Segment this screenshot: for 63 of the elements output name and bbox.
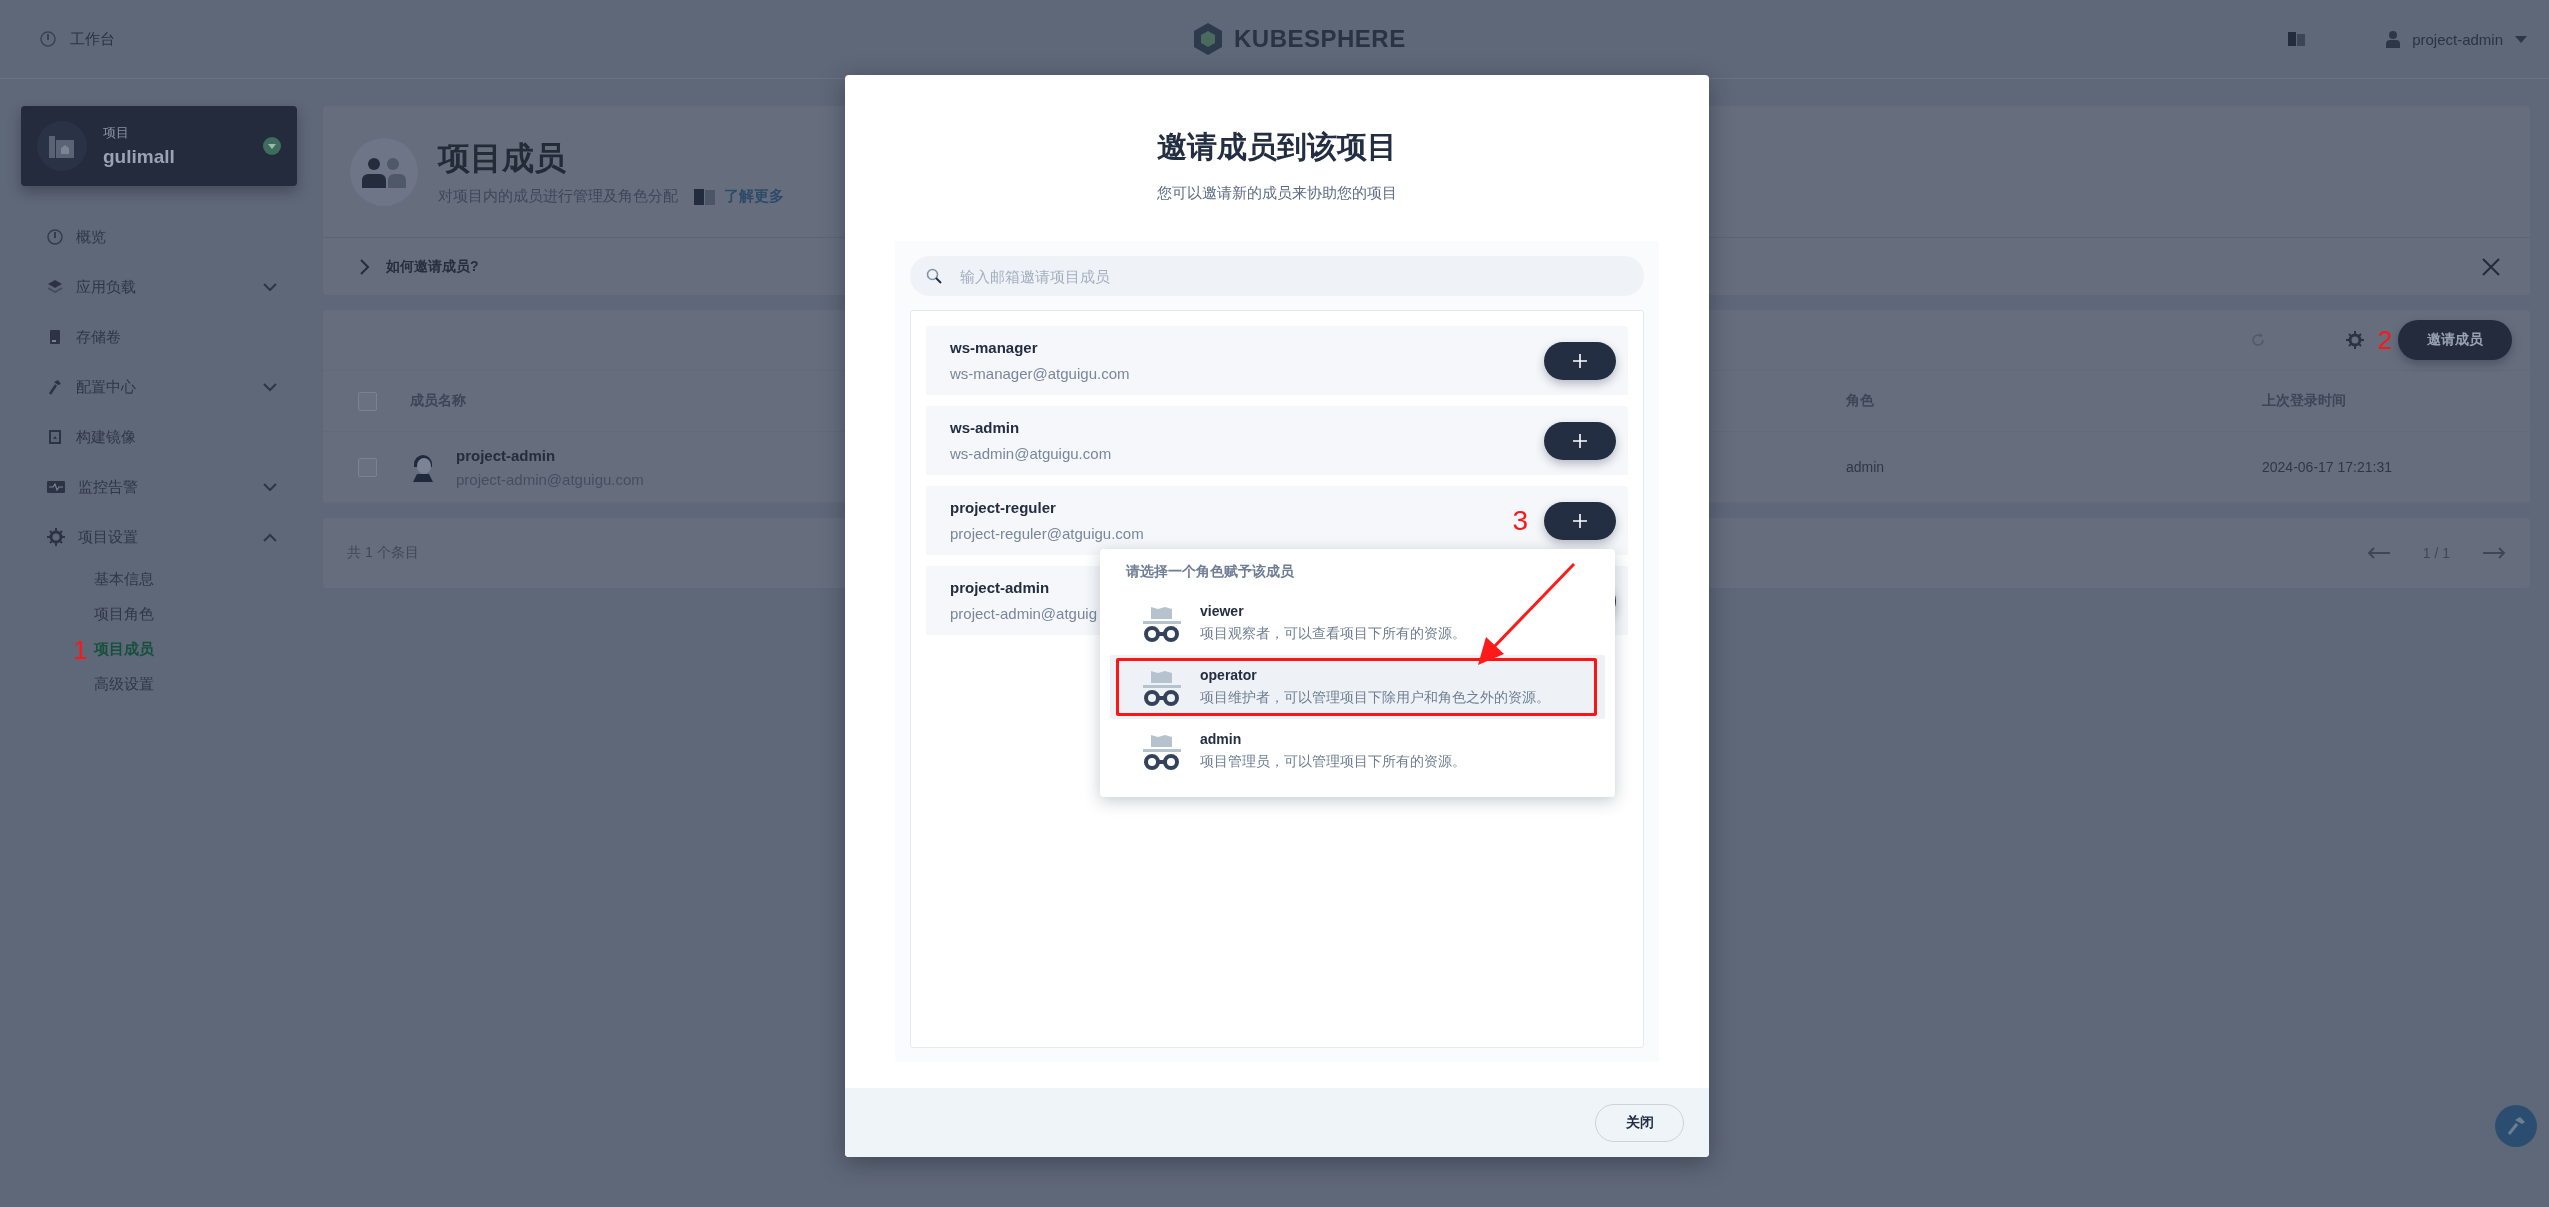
previous-page-icon[interactable] [2366,547,2391,559]
add-button[interactable] [1544,421,1616,460]
role-description: 项目维护者，可以管理项目下除用户和角色之外的资源。 [1200,689,1550,707]
logo-icon [1192,22,1224,56]
plus-icon [1573,353,1587,368]
hammer-icon [47,379,63,395]
book-icon[interactable] [2288,32,2307,46]
annotation-number: 3 [1512,504,1528,537]
annotation-number: 2 [2377,324,2392,356]
close-button[interactable]: 关闭 [1595,1103,1684,1142]
role-option[interactable]: operator 项目维护者，可以管理项目下除用户和角色之外的资源。 [1110,655,1605,719]
search-icon [926,268,942,284]
user-icon [2386,30,2401,48]
expand-icon[interactable] [360,258,370,275]
learn-more-link[interactable]: 了解更多 [694,187,784,206]
help-banner-title[interactable]: 如何邀请成员? [386,257,479,276]
role-name: viewer [1200,603,1245,619]
layers-icon [47,279,63,295]
role-description: 项目观察者，可以查看项目下所有的资源。 [1200,625,1466,643]
project-icon [37,121,87,171]
search-field[interactable]: 输入邮箱邀请项目成员 [910,256,1644,296]
project-name: gulimall [103,146,176,168]
plus-icon [1573,513,1587,528]
role-name: admin [1200,731,1243,747]
role-name: operator [1200,667,1258,683]
close-icon[interactable] [2482,257,2500,276]
project-label: 项目 [103,124,130,142]
book-icon [694,188,716,205]
add-button[interactable] [1544,501,1616,540]
user-name: project-admin [950,579,1050,596]
page-title: 项目成员 [438,139,567,178]
user-name: project-reguler [950,499,1056,516]
role-menu-title: 请选择一个角色赋予该成员 [1125,563,1295,581]
modal-title: 邀请成员到该项目 [1156,129,1398,165]
user-email: ws-admin@atguigu.com [950,445,1112,462]
nav-subitem[interactable]: 项目成员 [94,640,154,659]
modal-subtitle: 您可以邀请新的成员来协助您的项目 [1156,184,1398,203]
user-email: project-admin@atguig [950,605,1097,622]
member-name: project-admin [456,446,557,464]
caret-icon [2515,35,2527,43]
user-name: ws-manager [950,339,1038,356]
role-option[interactable]: viewer 项目观察者，可以查看项目下所有的资源。 [1110,591,1605,655]
invite-member-button[interactable]: 邀请成员 [2398,320,2512,360]
monitor-icon [47,480,65,494]
image-icon [47,429,63,445]
settings-icon[interactable] [2345,331,2364,349]
project-selector[interactable]: 项目 gulimall [21,106,297,186]
role-option[interactable]: admin 项目管理员，可以管理项目下所有的资源。 [1110,719,1605,783]
plus-icon [1573,433,1587,448]
dashboard-icon [47,229,63,245]
dropdown-icon [263,137,281,155]
next-page-icon[interactable] [2482,547,2506,559]
user-email: ws-manager@atguigu.com [950,365,1130,382]
dashboard-icon [40,31,56,47]
annotation-number: 1 [73,639,89,660]
avatar-icon [410,452,436,482]
user-name: ws-admin [950,419,1020,436]
gear-icon [47,528,65,546]
add-button[interactable] [1544,341,1616,380]
role-description: 项目管理员，可以管理项目下所有的资源。 [1200,753,1466,771]
toolbox-button[interactable] [2495,1105,2537,1147]
user-email: project-reguler@atguigu.com [950,525,1144,542]
hammer-icon [2506,1116,2526,1136]
